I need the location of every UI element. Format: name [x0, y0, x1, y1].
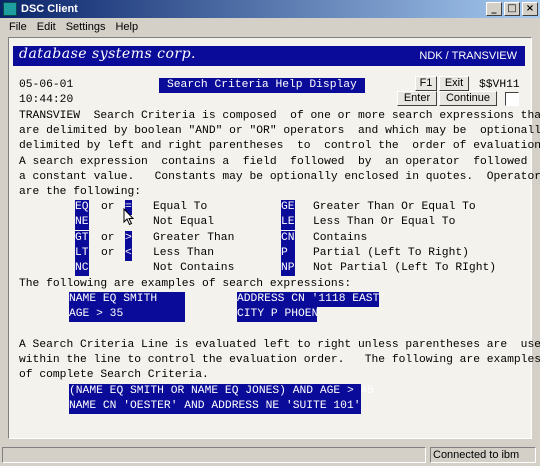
menu-settings[interactable]: Settings	[61, 21, 111, 33]
complete-example: (NAME EQ SMITH OR NAME EQ JONES) AND AGE…	[69, 384, 374, 400]
complete-example: NAME CN 'OESTER' AND ADDRESS NE 'SUITE 1…	[69, 399, 361, 415]
examples-label: The following are examples of search exp…	[19, 278, 352, 290]
operator-desc: Contains	[313, 232, 368, 244]
operator-desc: Greater Than Or Equal To	[313, 201, 476, 213]
operator-code: LT	[75, 246, 89, 262]
system-name: NDK / TRANSVIEW	[419, 50, 517, 62]
close-button[interactable]: ×	[522, 2, 538, 16]
operator-desc: Equal To	[153, 201, 208, 213]
window-title: DSC Client	[21, 3, 78, 15]
menu-bar: File Edit Settings Help	[0, 18, 540, 36]
operator-or: or	[101, 201, 115, 213]
intro-line: are the following:	[19, 186, 142, 198]
menu-edit[interactable]: Edit	[32, 21, 61, 33]
example-expression: NAME EQ SMITH	[69, 292, 185, 308]
app-icon	[3, 2, 17, 16]
example-expression: CITY P PHOEN	[237, 307, 318, 323]
operator-desc: Not Partial (Left To RIght)	[313, 262, 497, 274]
operator-code: GE	[281, 200, 295, 216]
operator-code: NE	[75, 215, 89, 231]
operator-code: EQ	[75, 200, 89, 216]
exit-button[interactable]: Exit	[439, 76, 469, 91]
operator-symbol: <	[125, 246, 132, 262]
intro-line: TRANSVIEW Search Criteria is composed of…	[19, 110, 540, 122]
operator-desc: Not Contains	[153, 262, 235, 274]
banner: database systems corp. NDK / TRANSVIEW	[13, 46, 525, 66]
operator-code: GT	[75, 231, 89, 247]
example-expression: AGE > 35	[69, 307, 185, 323]
operator-or: or	[101, 232, 115, 244]
operator-code: NP	[281, 261, 295, 277]
date-display: 05-06-01	[19, 79, 74, 91]
operator-or: or	[101, 247, 115, 259]
continue-checkbox[interactable]	[505, 92, 519, 106]
operator-desc: Partial (Left To Right)	[313, 247, 469, 259]
terminal-screen: database systems corp. NDK / TRANSVIEW 0…	[8, 37, 540, 439]
connection-status: Connected to ibm	[430, 447, 536, 463]
intro-line: a constant value. Constants may be optio…	[19, 171, 540, 183]
f1-button[interactable]: F1	[415, 76, 437, 91]
intro-line: delimited by left and right parentheses …	[19, 140, 540, 152]
minimize-button[interactable]: _	[486, 2, 502, 16]
menu-help[interactable]: Help	[110, 21, 143, 33]
title-bar: DSC Client _ □ ×	[0, 0, 540, 18]
eval-line: A Search Criteria Line is evaluated left…	[19, 339, 540, 351]
maximize-button[interactable]: □	[504, 2, 520, 16]
operator-desc: Less Than	[153, 247, 215, 259]
company-logo: database systems corp.	[19, 46, 196, 62]
operator-desc: Not Equal	[153, 216, 215, 228]
status-cell-empty	[2, 447, 426, 463]
continue-button[interactable]: Continue	[439, 91, 497, 106]
enter-button[interactable]: Enter	[397, 91, 437, 106]
menu-file[interactable]: File	[4, 21, 32, 33]
mouse-cursor-icon	[123, 208, 135, 226]
operator-symbol: >	[125, 231, 132, 247]
eval-line: within the line to control the evaluatio…	[19, 354, 540, 366]
intro-line: A search expression contains a field fol…	[19, 156, 540, 168]
operator-code: P	[281, 246, 295, 262]
eval-line: of complete Search Criteria.	[19, 369, 209, 381]
example-expression: ADDRESS CN '1118 EAST'	[237, 292, 386, 308]
operator-code: LE	[281, 215, 295, 231]
operator-code: NC	[75, 261, 89, 277]
operator-desc: Less Than Or Equal To	[313, 216, 456, 228]
time-display: 10:44:20	[19, 94, 74, 106]
status-bar: Connected to ibm	[0, 444, 540, 466]
operator-desc: Greater Than	[153, 232, 235, 244]
operator-code: CN	[281, 231, 295, 247]
intro-line: are delimited by boolean "AND" or "OR" o…	[19, 125, 540, 137]
screen-title: Search Criteria Help Display	[159, 78, 365, 94]
